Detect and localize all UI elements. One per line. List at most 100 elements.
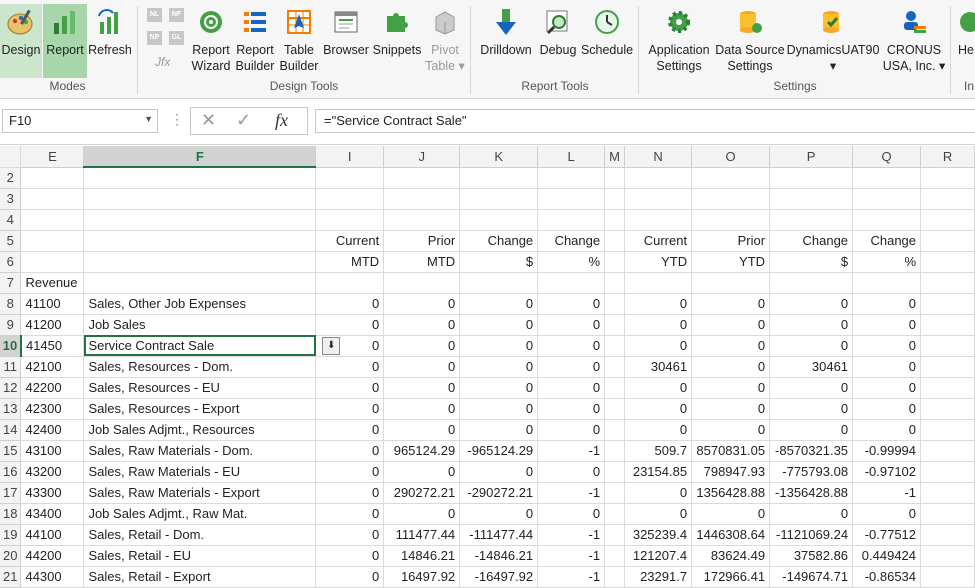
cell[interactable] [852, 209, 922, 231]
cell[interactable]: Change [537, 230, 606, 252]
cell[interactable] [604, 377, 626, 399]
cell[interactable]: 0 [315, 545, 385, 567]
cell[interactable]: Sales, Resources - Export [83, 398, 317, 420]
cell[interactable]: Sales, Resources - EU [83, 377, 317, 399]
cell[interactable]: 0 [537, 314, 606, 336]
cell[interactable]: Change [459, 230, 539, 252]
formula-input[interactable]: ="Service Contract Sale" [315, 109, 975, 133]
cell[interactable]: 121207.4 [624, 545, 693, 567]
insert-function-icon[interactable]: fx [275, 110, 288, 131]
cell[interactable]: 0 [315, 377, 385, 399]
cell[interactable]: Prior [691, 230, 771, 252]
cell[interactable]: Change [769, 230, 854, 252]
cell[interactable]: 0 [383, 377, 461, 399]
cell[interactable] [20, 209, 85, 231]
cell[interactable] [459, 167, 539, 189]
cell[interactable] [920, 482, 975, 504]
cell[interactable] [537, 167, 606, 189]
cell[interactable] [315, 188, 385, 210]
cancel-x-icon[interactable]: ✕ [201, 110, 216, 131]
report-mode-button[interactable]: Report [43, 4, 87, 78]
cell[interactable]: Sales, Raw Materials - Dom. [83, 440, 317, 462]
cell[interactable]: Current [624, 230, 693, 252]
cell[interactable]: -0.77512 [852, 524, 922, 546]
cell[interactable] [604, 566, 626, 588]
cell[interactable] [604, 524, 626, 546]
cell[interactable]: 290272.21 [383, 482, 461, 504]
cell[interactable]: 0 [315, 461, 385, 483]
cell[interactable]: 0 [769, 419, 854, 441]
row-header[interactable]: 6 [0, 251, 22, 273]
cell[interactable]: 0 [315, 482, 385, 504]
cell[interactable]: 41200 [20, 314, 85, 336]
cell[interactable]: 0 [691, 377, 771, 399]
cell[interactable] [20, 251, 85, 273]
cell[interactable] [691, 188, 771, 210]
cell[interactable]: 0 [624, 419, 693, 441]
cell[interactable]: Sales, Other Job Expenses [83, 293, 317, 315]
cell[interactable]: -1 [537, 482, 606, 504]
cell[interactable]: -1121069.24 [769, 524, 854, 546]
cell[interactable]: 0 [459, 503, 539, 525]
nf-icon[interactable]: NF [169, 8, 184, 22]
cell[interactable]: 83624.49 [691, 545, 771, 567]
cell[interactable]: 0 [459, 461, 539, 483]
cell[interactable]: -1 [852, 482, 922, 504]
cell[interactable] [459, 209, 539, 231]
cell[interactable]: 172966.41 [691, 566, 771, 588]
cell[interactable] [920, 230, 975, 252]
cell[interactable]: -1 [537, 545, 606, 567]
cell[interactable]: -16497.92 [459, 566, 539, 588]
browser-button[interactable]: Browser [322, 4, 370, 78]
cell[interactable]: 0 [537, 335, 606, 357]
cell[interactable] [920, 335, 975, 357]
cell[interactable]: 0 [315, 566, 385, 588]
cell[interactable] [769, 272, 854, 294]
cell[interactable]: -775793.08 [769, 461, 854, 483]
cell[interactable]: Job Sales Adjmt., Resources [83, 419, 317, 441]
cell[interactable] [604, 230, 626, 252]
cell[interactable] [920, 356, 975, 378]
cell[interactable]: 0 [769, 314, 854, 336]
column-header[interactable]: Q [852, 146, 922, 168]
cell[interactable]: 0 [852, 419, 922, 441]
cell[interactable]: Change [852, 230, 922, 252]
active-cell[interactable]: Service Contract Sale ⬇ [83, 335, 341, 357]
cell[interactable] [537, 188, 606, 210]
cell[interactable] [604, 272, 626, 294]
cell[interactable]: 41100 [20, 293, 85, 315]
cell[interactable]: 0 [769, 377, 854, 399]
cell[interactable] [20, 230, 85, 252]
debug-button[interactable]: Debug [537, 4, 579, 78]
cell[interactable]: Revenue [20, 272, 85, 294]
cell[interactable] [624, 272, 693, 294]
cell[interactable]: 0 [769, 335, 854, 357]
cell[interactable] [604, 314, 626, 336]
cell[interactable] [769, 167, 854, 189]
row-header[interactable]: 20 [0, 545, 22, 567]
fx-small-label[interactable]: Jfx [155, 55, 170, 69]
cell[interactable] [769, 209, 854, 231]
cell[interactable]: 0 [624, 503, 693, 525]
refresh-button[interactable]: Refresh [88, 4, 132, 78]
gl-icon[interactable]: GL [169, 31, 184, 45]
cell[interactable]: 44100 [20, 524, 85, 546]
cell[interactable]: 23154.85 [624, 461, 693, 483]
cell[interactable]: -0.97102 [852, 461, 922, 483]
cell[interactable]: 0 [852, 293, 922, 315]
cell[interactable]: 0 [769, 398, 854, 420]
cell[interactable]: -1 [537, 524, 606, 546]
cell[interactable]: 0 [537, 503, 606, 525]
cell[interactable] [537, 209, 606, 231]
cell[interactable] [383, 188, 461, 210]
cell[interactable] [920, 293, 975, 315]
cell[interactable]: -1 [537, 440, 606, 462]
cell[interactable]: MTD [315, 251, 385, 273]
cell[interactable]: 14846.21 [383, 545, 461, 567]
cell[interactable] [604, 293, 626, 315]
cell[interactable] [604, 482, 626, 504]
cell[interactable] [459, 188, 539, 210]
cell[interactable]: 0 [383, 398, 461, 420]
cell[interactable] [383, 167, 461, 189]
row-header[interactable]: 12 [0, 377, 22, 399]
